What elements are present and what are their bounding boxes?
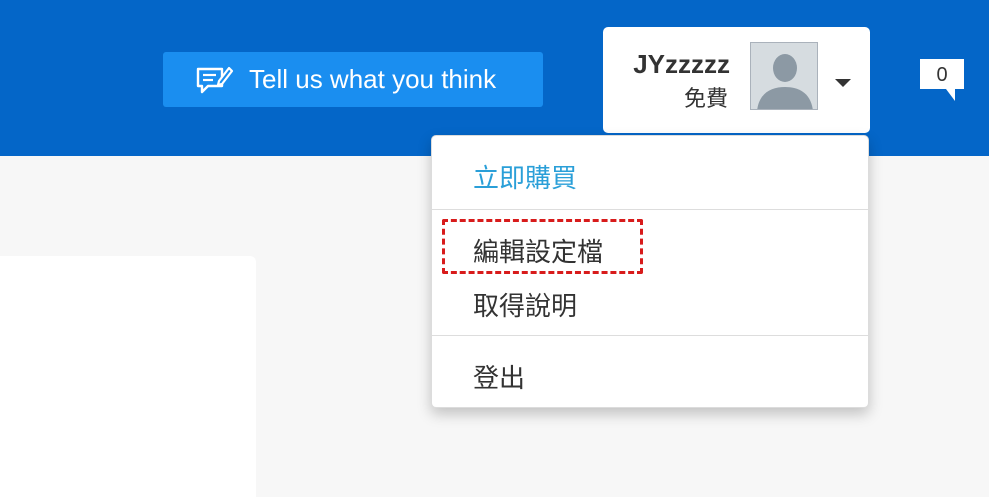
highlight-annotation	[442, 219, 643, 274]
user-account-dropdown[interactable]: JYzzzzz 免費	[603, 27, 870, 133]
feedback-icon	[195, 64, 235, 96]
notification-button[interactable]: 0	[919, 58, 965, 102]
notification-count: 0	[936, 64, 948, 86]
user-plan: 免費	[683, 87, 728, 112]
feedback-button-label: Tell us what you think	[249, 64, 497, 94]
menu-item-logout[interactable]: 登出	[473, 358, 525, 395]
feedback-button[interactable]: Tell us what you think	[163, 52, 543, 107]
caret-down-icon	[835, 79, 851, 87]
content-panel	[0, 256, 256, 497]
avatar	[750, 42, 818, 110]
user-name: JYzzzzz	[633, 49, 730, 79]
menu-item-buy-now[interactable]: 立即購買	[473, 158, 577, 195]
menu-divider	[432, 335, 868, 336]
menu-item-get-help[interactable]: 取得說明	[473, 286, 577, 323]
menu-divider	[432, 209, 868, 210]
